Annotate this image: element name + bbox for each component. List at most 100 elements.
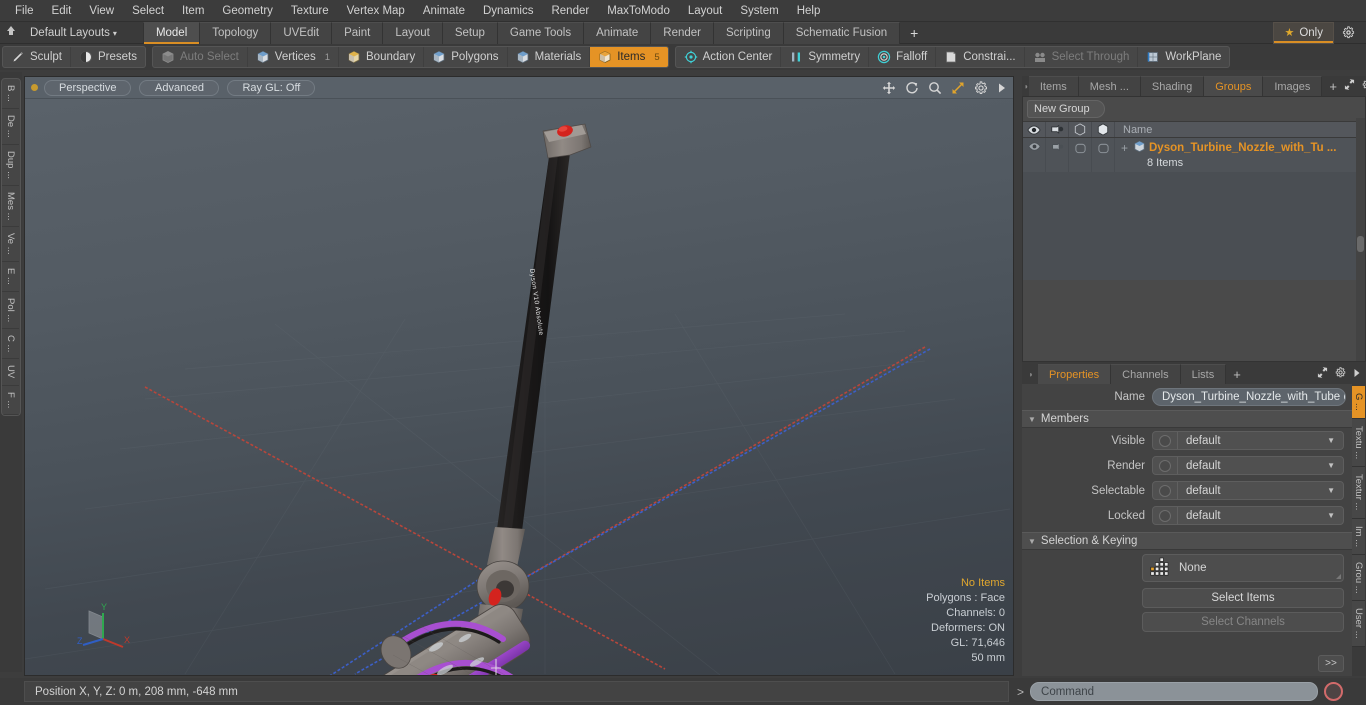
rotate-icon[interactable]: [905, 81, 919, 95]
menu-item-select[interactable]: Select: [123, 1, 173, 21]
locked-knob[interactable]: [1159, 509, 1171, 522]
viewport-dot[interactable]: [31, 84, 38, 91]
gear-icon[interactable]: [1334, 22, 1362, 44]
fit-icon[interactable]: [951, 81, 965, 95]
home-icon[interactable]: [0, 25, 22, 40]
left-tab-deform[interactable]: De ...: [2, 109, 19, 145]
more-options-button[interactable]: >>: [1318, 655, 1344, 672]
new-group-button[interactable]: New Group: [1027, 100, 1105, 118]
panel-tab-items[interactable]: Items: [1028, 76, 1079, 96]
right-tab-groups[interactable]: Grou ...: [1352, 554, 1365, 602]
row-visible-toggle[interactable]: [1069, 138, 1092, 172]
resize-corner[interactable]: [1336, 574, 1341, 579]
left-tab-fusion[interactable]: F ...: [2, 386, 19, 415]
left-tab-vertex[interactable]: Ve ...: [2, 227, 19, 262]
name-input[interactable]: Dyson_Turbine_Nozzle_with_Tube (3): [1152, 388, 1346, 406]
presets-button[interactable]: Presets: [71, 47, 145, 67]
tab-render[interactable]: Render: [651, 21, 714, 44]
right-tab-images[interactable]: Im ...: [1352, 518, 1365, 555]
left-tab-uv[interactable]: UV: [2, 359, 19, 386]
render-knob[interactable]: [1159, 459, 1171, 472]
left-tab-basic[interactable]: B ...: [2, 79, 19, 109]
polygons-button[interactable]: Polygons: [424, 47, 508, 67]
menu-item-file[interactable]: File: [6, 1, 43, 21]
gear-icon[interactable]: [974, 80, 988, 95]
menu-item-geometry[interactable]: Geometry: [213, 1, 282, 21]
select-through-button[interactable]: Select Through: [1025, 47, 1139, 67]
panel-tab-mesh[interactable]: Mesh ...: [1078, 76, 1141, 96]
viewport-shading-selector[interactable]: Advanced: [139, 79, 220, 96]
tab-properties[interactable]: Properties: [1038, 364, 1112, 384]
tab-schematic-fusion[interactable]: Schematic Fusion: [783, 21, 901, 44]
menu-item-item[interactable]: Item: [173, 1, 213, 21]
right-tab-user[interactable]: User ...: [1352, 601, 1365, 648]
visible-dropdown[interactable]: default ▼: [1152, 431, 1344, 450]
members-section-header[interactable]: ▼ Members: [1022, 410, 1352, 428]
right-tab-groups-active[interactable]: G ...: [1352, 386, 1365, 419]
zoom-icon[interactable]: [928, 81, 942, 95]
row-render-icon[interactable]: [1046, 138, 1069, 172]
sculpt-button[interactable]: Sculpt: [3, 47, 71, 67]
left-tab-curve[interactable]: C ...: [2, 329, 19, 360]
tab-setup[interactable]: Setup: [442, 21, 498, 44]
menu-item-animate[interactable]: Animate: [414, 1, 474, 21]
selection-value-box[interactable]: None: [1142, 554, 1344, 582]
tab-channels[interactable]: Channels: [1111, 364, 1181, 384]
tab-model[interactable]: Model: [142, 21, 201, 44]
panel-tab-groups[interactable]: Groups: [1204, 76, 1264, 96]
right-tab-texture-2[interactable]: Textur ...: [1352, 467, 1365, 519]
materials-button[interactable]: Materials: [508, 47, 591, 67]
selection-keying-section-header[interactable]: ▼ Selection & Keying: [1022, 532, 1352, 550]
left-tab-mesh[interactable]: Mes ...: [2, 186, 19, 228]
tab-lists[interactable]: Lists: [1180, 364, 1227, 384]
menu-item-edit[interactable]: Edit: [43, 1, 81, 21]
menu-item-render[interactable]: Render: [542, 1, 598, 21]
menu-item-vertex-map[interactable]: Vertex Map: [338, 1, 414, 21]
tab-scripting[interactable]: Scripting: [713, 21, 784, 44]
panel-tab-images[interactable]: Images: [1263, 76, 1323, 96]
auto-select-button[interactable]: Auto Select: [153, 47, 248, 67]
menu-item-maxtomodo[interactable]: MaxToModo: [598, 1, 679, 21]
gear-icon[interactable]: [1335, 367, 1346, 381]
properties-add-tab-button[interactable]: +: [1226, 364, 1248, 384]
action-center-button[interactable]: Action Center: [676, 47, 782, 67]
tab-game-tools[interactable]: Game Tools: [497, 21, 585, 44]
only-toggle-button[interactable]: ★ Only: [1273, 21, 1334, 44]
menu-item-layout[interactable]: Layout: [679, 1, 732, 21]
falloff-button[interactable]: Falloff: [869, 47, 937, 67]
menu-item-dynamics[interactable]: Dynamics: [474, 1, 542, 21]
select-items-button[interactable]: Select Items: [1142, 588, 1344, 608]
workplane-button[interactable]: WorkPlane: [1138, 47, 1229, 67]
row-eye-icon[interactable]: [1023, 138, 1046, 172]
add-tab-button[interactable]: +: [900, 22, 928, 44]
tab-paint[interactable]: Paint: [332, 21, 384, 44]
layout-selector[interactable]: Default Layouts ▾: [22, 27, 125, 39]
tab-layout[interactable]: Layout: [383, 21, 443, 44]
3d-viewport[interactable]: Perspective Advanced Ray GL: Off Dyson V…: [24, 76, 1014, 676]
left-tab-polygon[interactable]: Pol ...: [2, 292, 19, 329]
constraint-button[interactable]: Constrai...: [936, 47, 1025, 67]
right-tab-texture-1[interactable]: Textu ...: [1352, 418, 1365, 468]
locked-dropdown[interactable]: default ▼: [1152, 506, 1344, 525]
viewport-projection-selector[interactable]: Perspective: [44, 79, 132, 96]
expand-icon[interactable]: [1317, 367, 1328, 381]
tab-animate[interactable]: Animate: [584, 21, 652, 44]
left-tab-duplicate[interactable]: Dup ...: [2, 145, 19, 186]
visible-knob[interactable]: [1159, 434, 1171, 447]
vertices-button[interactable]: Vertices 1: [248, 47, 340, 67]
menu-item-system[interactable]: System: [731, 1, 787, 21]
symmetry-button[interactable]: Symmetry: [781, 47, 870, 67]
render-icon[interactable]: [1046, 122, 1069, 137]
menu-item-view[interactable]: View: [80, 1, 123, 21]
menu-item-texture[interactable]: Texture: [282, 1, 338, 21]
tab-uvedit[interactable]: UVEdit: [271, 21, 333, 44]
properties-menu-icon[interactable]: ◗: [1024, 364, 1038, 384]
play-icon[interactable]: [997, 82, 1007, 94]
eye-icon[interactable]: [1023, 122, 1046, 137]
menu-item-help[interactable]: Help: [788, 1, 830, 21]
selectable-knob[interactable]: [1159, 484, 1171, 497]
tab-topology[interactable]: Topology: [200, 21, 272, 44]
items-button[interactable]: Items 5: [590, 47, 668, 67]
panel-tab-shading[interactable]: Shading: [1140, 76, 1205, 96]
boundary-button[interactable]: Boundary: [339, 47, 425, 67]
